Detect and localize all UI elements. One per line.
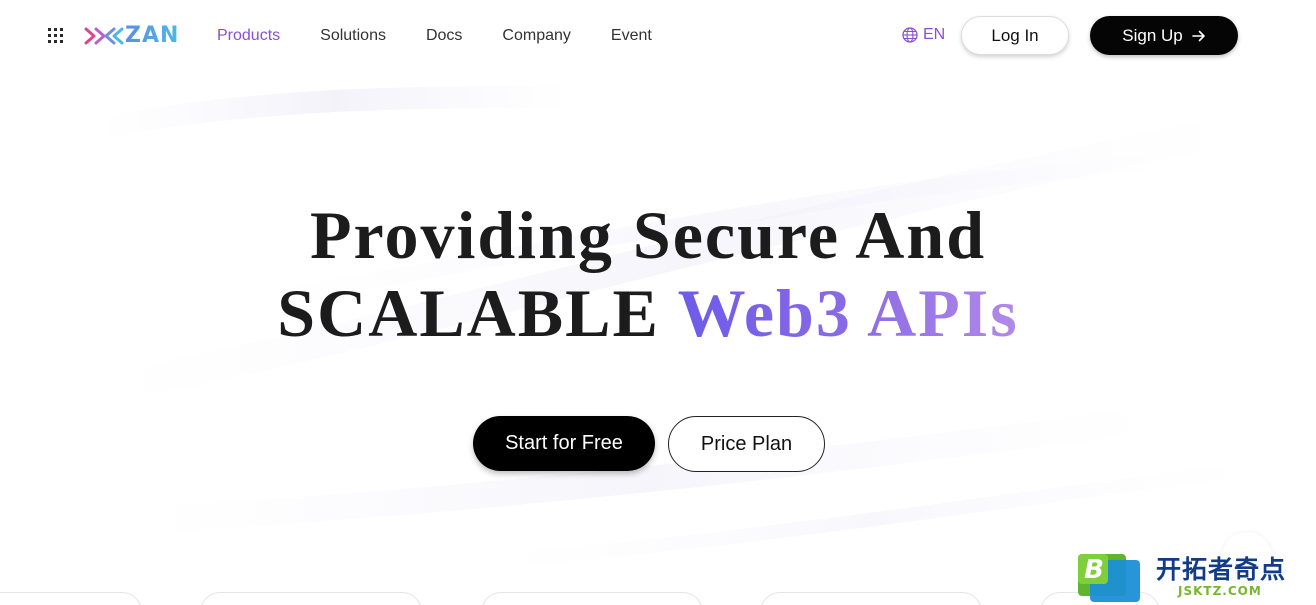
language-switcher[interactable]: EN — [902, 26, 945, 44]
feature-card[interactable] — [760, 592, 982, 605]
hero-title-plain: SCALABLE — [277, 275, 660, 351]
site-watermark: B 开拓者奇点 JSKTZ.COM — [1074, 548, 1310, 604]
hero-title-line-2: SCALABLE Web3 APIs — [0, 274, 1306, 352]
top-navigation: ZAN Products Solutions Docs Company Even… — [0, 0, 1316, 72]
feature-card[interactable] — [0, 592, 142, 605]
hero-title-accent: Web3 APIs — [677, 275, 1019, 351]
logo-mark-icon — [84, 27, 124, 45]
nav-event[interactable]: Event — [611, 26, 652, 46]
start-for-free-label: Start for Free — [505, 432, 623, 454]
start-for-free-button[interactable]: Start for Free — [473, 416, 655, 471]
watermark-badge-letter: B — [1084, 555, 1104, 585]
watermark-text-cn: 开拓者奇点 — [1156, 555, 1287, 584]
language-label: EN — [923, 26, 946, 43]
hero-title-line-1: Providing Secure And — [309, 197, 987, 273]
price-plan-button[interactable]: Price Plan — [668, 416, 825, 472]
nav-solutions[interactable]: Solutions — [320, 26, 386, 46]
login-button[interactable]: Log In — [961, 16, 1069, 55]
globe-icon — [902, 27, 918, 43]
price-plan-label: Price Plan — [700, 432, 793, 455]
hero-section: Providing Secure And SCALABLE Web3 APIs — [0, 196, 1316, 352]
nav-company[interactable]: Company — [502, 26, 570, 46]
feature-card[interactable] — [481, 592, 703, 605]
apps-grid-icon[interactable] — [48, 28, 63, 43]
watermark-text-en: JSKTZ.COM — [1178, 584, 1262, 598]
login-label: Log In — [991, 25, 1039, 45]
zan-logo[interactable]: ZAN — [84, 23, 179, 49]
signup-label: Sign Up — [1122, 25, 1183, 45]
signup-button[interactable]: Sign Up — [1090, 16, 1238, 55]
page: ZAN Products Solutions Docs Company Even… — [0, 0, 1316, 605]
watermark-badge-icon: B — [1078, 554, 1140, 602]
feature-card[interactable] — [200, 592, 422, 605]
nav-products[interactable]: Products — [217, 26, 280, 46]
arrow-right-icon — [1191, 30, 1205, 41]
nav-docs[interactable]: Docs — [426, 26, 462, 46]
logo-text: ZAN — [125, 23, 180, 48]
main-nav: Products Solutions Docs Company Event — [217, 26, 692, 46]
